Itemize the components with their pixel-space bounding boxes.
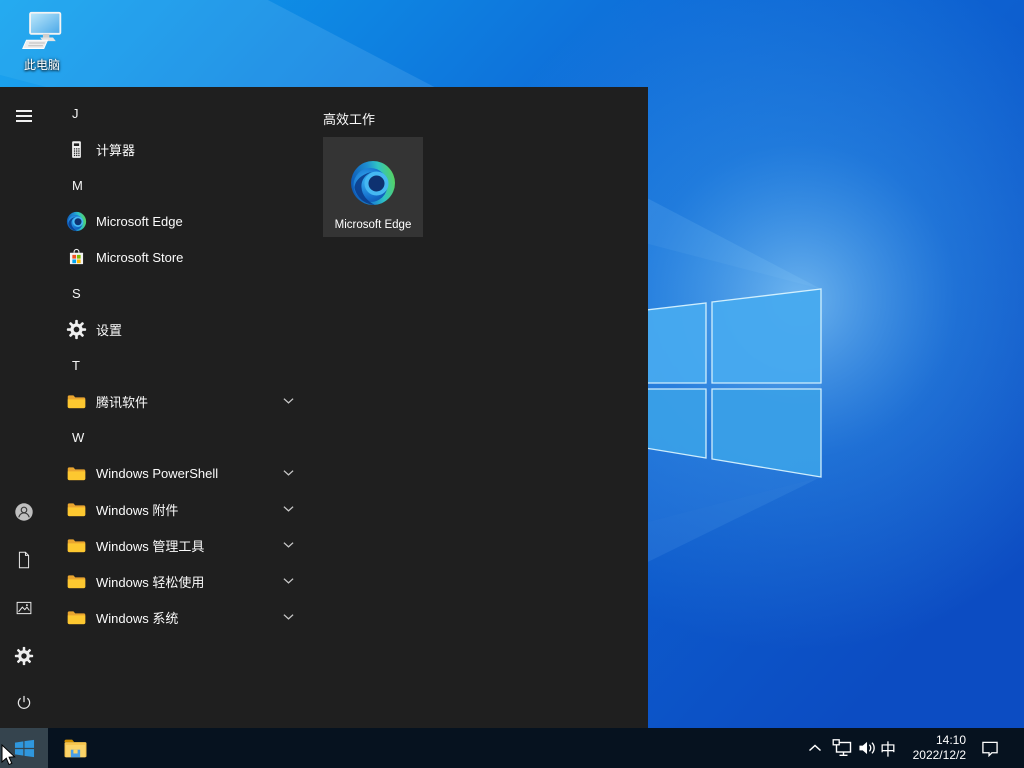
clock-time: 14:10: [936, 733, 966, 748]
store-icon: [60, 247, 92, 268]
rail-pictures-button[interactable]: [0, 584, 48, 632]
rail-user-button[interactable]: [0, 488, 48, 536]
chevron-down-icon: [283, 470, 294, 477]
folder-icon: [60, 571, 92, 592]
hamburger-menu-icon: [16, 107, 32, 125]
power-icon: [14, 693, 34, 713]
app-item-label: Microsoft Store: [96, 250, 183, 265]
action-center-button[interactable]: [972, 728, 1008, 768]
edge-icon: [60, 211, 92, 232]
folder-icon: [60, 535, 92, 556]
pictures-icon: [14, 598, 34, 618]
chevron-down-icon: [283, 398, 294, 405]
network-icon: [832, 739, 854, 757]
folder-icon: [60, 391, 92, 412]
app-item-label: Windows 管理工具: [96, 536, 204, 555]
chevron-down-icon: [283, 614, 294, 621]
app-section-header[interactable]: S: [48, 275, 310, 311]
app-section-header[interactable]: T: [48, 347, 310, 383]
app-item[interactable]: Windows 系统: [48, 599, 310, 635]
app-item[interactable]: 计算器: [48, 131, 310, 167]
app-item[interactable]: Windows 管理工具: [48, 527, 310, 563]
tile-label: Microsoft Edge: [323, 219, 423, 231]
app-item[interactable]: Microsoft Store: [48, 239, 310, 275]
start-menu-rail: [0, 87, 48, 728]
user-account-icon: [13, 501, 35, 523]
chevron-up-icon: [808, 744, 822, 752]
chevron-down-icon: [283, 542, 294, 549]
app-list: J 计算器 M Microsoft Edge Microsoft Store S 设置 T 腾讯…: [48, 87, 310, 635]
app-item-label: Microsoft Edge: [96, 214, 183, 229]
app-item-label: Windows PowerShell: [96, 466, 218, 481]
app-section-header[interactable]: J: [48, 95, 310, 131]
rail-settings-button[interactable]: [0, 632, 48, 680]
clock-date: 2022/12/2: [913, 748, 966, 763]
taskbar: 中 14:10 2022/12/2: [0, 728, 1024, 768]
rail-menu-button[interactable]: [0, 92, 48, 140]
app-item[interactable]: Windows 轻松使用: [48, 563, 310, 599]
app-item-label: 腾讯软件: [96, 392, 148, 411]
action-center-icon: [981, 740, 999, 757]
tile-microsoft-edge[interactable]: Microsoft Edge: [323, 137, 423, 237]
app-item[interactable]: Microsoft Edge: [48, 203, 310, 239]
desktop-icon-this-pc[interactable]: 此电脑: [10, 10, 74, 73]
app-item[interactable]: Windows 附件: [48, 491, 310, 527]
chevron-down-icon: [283, 578, 294, 585]
app-item-label: 计算器: [96, 140, 135, 159]
this-pc-icon: [18, 10, 66, 54]
app-item[interactable]: 设置: [48, 311, 310, 347]
folder-icon: [60, 463, 92, 484]
gear-icon: [60, 319, 92, 340]
mouse-cursor: [1, 744, 17, 766]
app-item-label: Windows 附件: [96, 500, 178, 519]
app-section-header[interactable]: W: [48, 419, 310, 455]
ime-indicator[interactable]: 中: [876, 728, 900, 768]
tray-network-button[interactable]: [830, 728, 856, 768]
taskbar-file-explorer-button[interactable]: [51, 728, 99, 768]
app-item[interactable]: Windows PowerShell: [48, 455, 310, 491]
volume-icon: [858, 740, 877, 756]
app-item-label: Windows 系统: [96, 608, 178, 627]
rail-documents-button[interactable]: [0, 536, 48, 584]
calculator-icon: [60, 139, 92, 160]
screen: { "colors": { "wallpaper_light":"#0b9bea…: [0, 0, 1024, 768]
tray-hidden-icons-button[interactable]: [802, 728, 828, 768]
app-item-label: 设置: [96, 320, 122, 339]
tile-group-title: 高效工作: [323, 109, 375, 128]
tray-clock[interactable]: 14:10 2022/12/2: [898, 728, 968, 768]
edge-icon: [349, 159, 397, 207]
rail-power-button[interactable]: [0, 679, 48, 727]
folder-icon: [60, 499, 92, 520]
chevron-down-icon: [283, 506, 294, 513]
start-menu-panel: J 计算器 M Microsoft Edge Microsoft Store S 设置 T 腾讯…: [0, 87, 648, 728]
folder-icon: [60, 607, 92, 628]
app-item-label: Windows 轻松使用: [96, 572, 204, 591]
settings-gear-icon: [14, 646, 34, 666]
app-section-header[interactable]: M: [48, 167, 310, 203]
documents-icon: [14, 550, 34, 570]
desktop-icon-label: 此电脑: [10, 56, 74, 73]
file-explorer-icon: [62, 736, 89, 760]
app-item[interactable]: 腾讯软件: [48, 383, 310, 419]
